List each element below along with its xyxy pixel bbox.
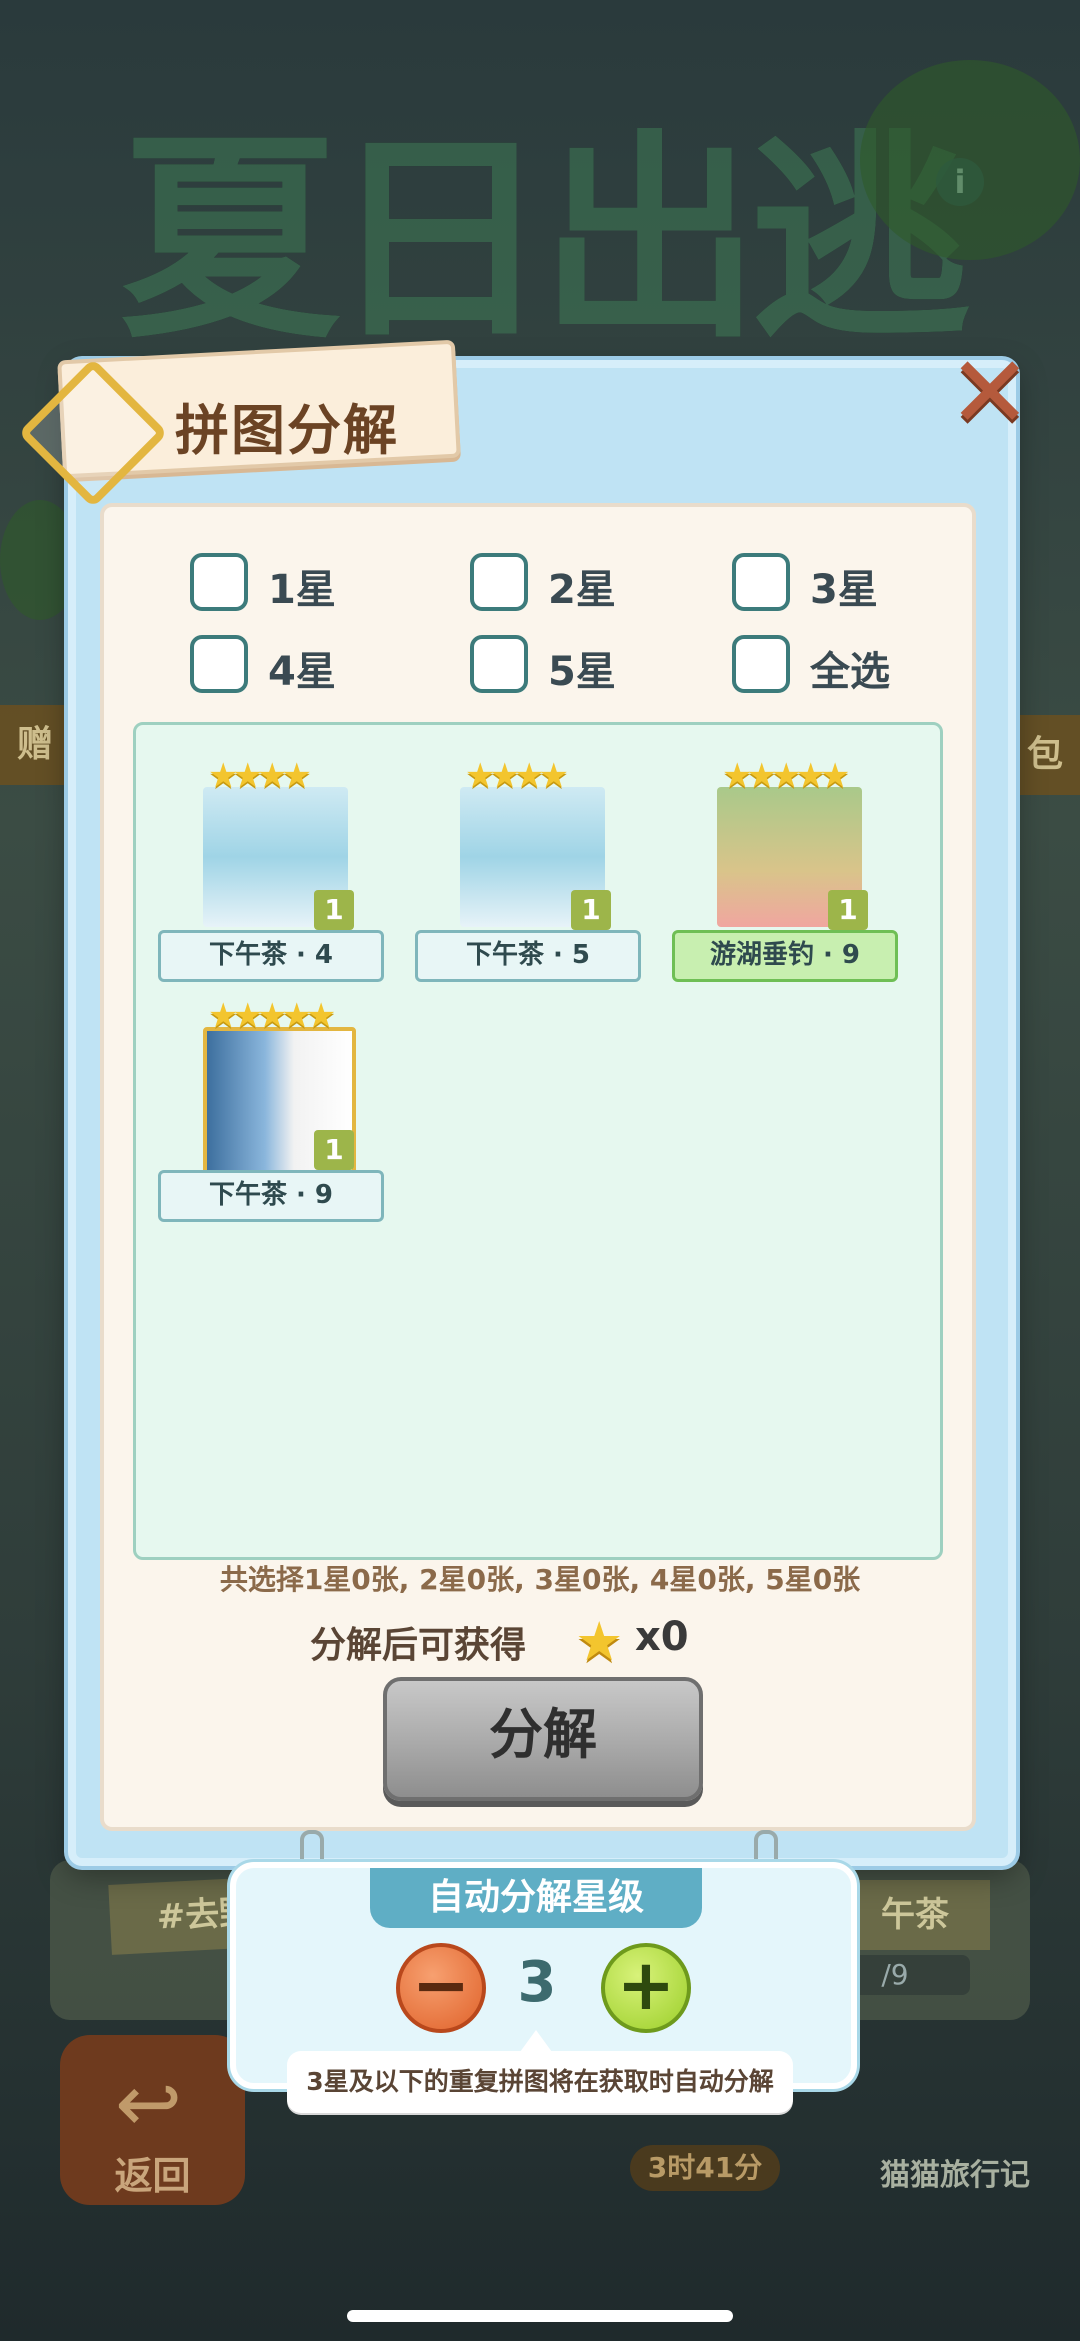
auto-decompose-hint: 3星及以下的重复拼图将在获取时自动分解 [287, 2051, 793, 2113]
checkbox[interactable] [732, 635, 790, 693]
minus-icon[interactable]: − [396, 1943, 486, 2033]
dialog-title: 拼图分解 [175, 399, 399, 462]
auto-decompose-title: 自动分解星级 [370, 1868, 702, 1928]
back-button[interactable]: ↩ 返回 [60, 2035, 245, 2205]
filter-label: 2星 [548, 567, 616, 613]
filter-label: 全选 [810, 649, 890, 695]
hint-tip [520, 2030, 552, 2052]
puzzle-piece[interactable]: ★★★★★ 1 游湖垂钓 · 9 [672, 742, 898, 982]
checkbox[interactable] [732, 553, 790, 611]
back-arrow-icon: ↩ [115, 2057, 183, 2150]
leaf-decoration [860, 60, 1080, 260]
piece-name: 游湖垂钓 · 9 [672, 930, 898, 982]
checkbox[interactable] [190, 553, 248, 611]
cat-travel-label[interactable]: 猫猫旅行记 [865, 2150, 1045, 2194]
filter-select-all[interactable]: 全选 [732, 635, 890, 695]
auto-level-value: 3 [517, 1950, 557, 2015]
star-rating: ★★★★ [465, 756, 569, 796]
piece-count-badge: 1 [314, 1130, 354, 1170]
filter-label: 4星 [268, 649, 336, 695]
piece-name: 下午茶 · 4 [158, 930, 384, 982]
puzzle-piece[interactable]: ★★★★ 1 下午茶 · 4 [158, 742, 384, 982]
puzzle-piece[interactable]: ★★★★ 1 下午茶 · 5 [415, 742, 641, 982]
piece-name: 下午茶 · 5 [415, 930, 641, 982]
filter-4-star[interactable]: 4星 [190, 635, 336, 695]
background-tag-right: 午茶 [840, 1880, 990, 1950]
checkbox[interactable] [470, 553, 528, 611]
right-banner: 包 [1010, 715, 1080, 795]
reward-label: 分解后可获得 [310, 1625, 527, 1666]
close-icon[interactable]: ✕ [948, 343, 1032, 443]
home-indicator[interactable] [347, 2310, 733, 2322]
checkbox[interactable] [190, 635, 248, 693]
star-icon: ★ [575, 1610, 624, 1673]
decompose-button[interactable]: 分解 [383, 1677, 703, 1801]
filter-label: 3星 [810, 567, 878, 613]
selection-summary: 共选择1星0张, 2星0张, 3星0张, 4星0张, 5星0张 [219, 1563, 861, 1596]
left-banner: 赠 [0, 705, 70, 785]
piece-count-badge: 1 [571, 890, 611, 930]
filter-label: 1星 [268, 567, 336, 613]
piece-count-badge: 1 [828, 890, 868, 930]
star-rating: ★★★★★ [722, 756, 850, 796]
filter-3-star[interactable]: 3星 [732, 553, 878, 613]
piece-name: 下午茶 · 9 [158, 1170, 384, 1222]
filter-label: 5星 [548, 649, 616, 695]
star-rating: ★★★★★ [208, 996, 336, 1036]
back-label: 返回 [114, 2154, 191, 2198]
checkbox[interactable] [470, 635, 528, 693]
background-title: 夏日出逃记 [120, 112, 970, 628]
filter-2-star[interactable]: 2星 [470, 553, 616, 613]
puzzle-piece[interactable]: ★★★★★ 1 下午茶 · 9 [158, 982, 384, 1222]
filter-5-star[interactable]: 5星 [470, 635, 616, 695]
plus-icon[interactable]: + [601, 1943, 691, 2033]
piece-count-badge: 1 [314, 890, 354, 930]
timer-badge: 3时41分 [630, 2145, 780, 2191]
filter-1-star[interactable]: 1星 [190, 553, 336, 613]
star-rating: ★★★★ [208, 756, 312, 796]
reward-value: x0 [635, 1614, 689, 1660]
